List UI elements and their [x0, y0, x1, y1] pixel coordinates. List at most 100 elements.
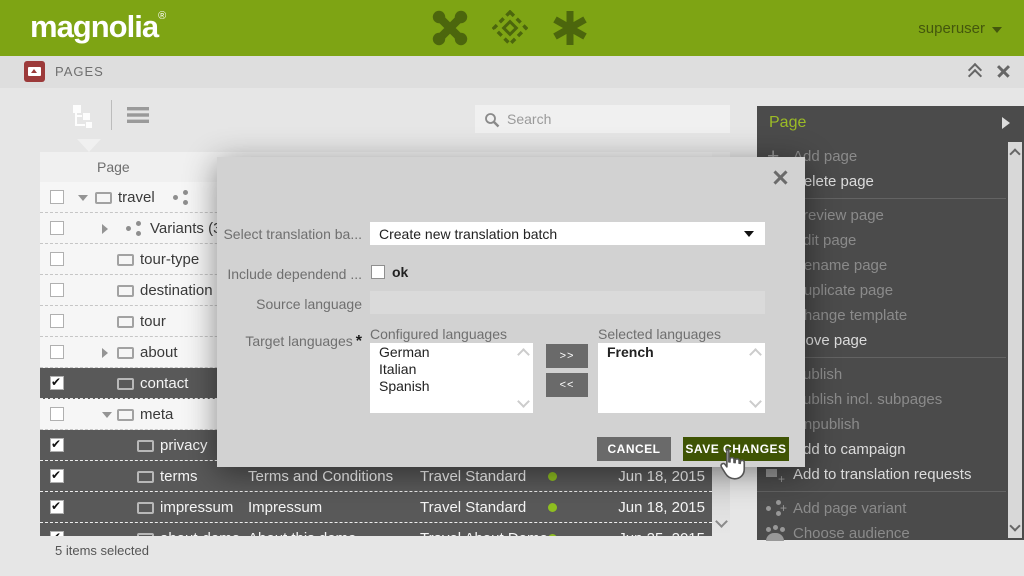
tab-pages-label: PAGES [55, 64, 104, 79]
language-option[interactable]: German [370, 343, 533, 360]
tree-view-icon[interactable] [70, 102, 97, 129]
configured-languages-caption: Configured languages [370, 326, 507, 342]
app-launcher-icons [432, 10, 588, 46]
pages-app-icon [24, 61, 45, 82]
page-name: contact [140, 375, 188, 392]
listbox-scroll-down-icon[interactable] [517, 395, 530, 408]
language-option[interactable]: Spanish [370, 377, 533, 394]
action-label: Add page variant [793, 496, 906, 521]
status-dot [548, 472, 557, 481]
scroll-down-icon[interactable] [1009, 520, 1020, 531]
username: superuser [918, 20, 985, 37]
pulse-asterisk-icon[interactable] [552, 10, 588, 46]
table-row[interactable]: impressum Impressum Travel Standard Jun … [40, 492, 712, 523]
action-icon [765, 499, 785, 517]
magnolia-logo: magnolia® [30, 9, 166, 45]
row-checkbox[interactable] [50, 438, 64, 452]
page-node-icon [126, 221, 142, 235]
row-checkbox[interactable] [50, 314, 64, 328]
dialog-close-icon[interactable] [773, 170, 787, 184]
row-checkbox[interactable] [50, 500, 64, 514]
user-menu-caret-icon [992, 27, 1002, 33]
tab-bar: PAGES [0, 56, 1024, 88]
search-box [475, 105, 730, 133]
page-node-icon [137, 502, 154, 514]
page-name: Variants (3) [150, 220, 226, 237]
page-title-cell: Impressum [248, 499, 322, 516]
action-label: Publish incl. subpages [793, 387, 942, 412]
required-marker: * [356, 333, 362, 350]
action-label: Add to translation requests [793, 462, 971, 487]
column-header-page[interactable]: Page [97, 159, 130, 175]
page-name: tour-type [140, 251, 199, 268]
move-right-button[interactable]: >> [546, 344, 588, 368]
mouse-cursor [716, 446, 746, 487]
stacked-apps-icon[interactable] [492, 10, 528, 46]
variants-icon [173, 190, 189, 204]
include-checkbox[interactable] [371, 265, 385, 279]
user-menu[interactable]: superuser [918, 20, 1002, 37]
page-name: tour [140, 313, 166, 330]
logo-text: magnolia [30, 9, 158, 44]
target-field-label: Target languages* [217, 333, 362, 351]
page-name: travel [118, 189, 155, 206]
page-node-icon [117, 254, 134, 266]
collapse-app-icon[interactable] [969, 64, 981, 78]
expander-icon[interactable] [102, 348, 108, 358]
action-label: Delete page [793, 169, 874, 194]
sidebar-section-header[interactable]: Page [757, 106, 1024, 142]
status-dot [548, 503, 557, 512]
selected-languages-listbox[interactable]: French [598, 343, 765, 413]
list-view-icon[interactable] [126, 103, 150, 127]
row-checkbox[interactable] [50, 407, 64, 421]
row-checkbox[interactable] [50, 469, 64, 483]
table-row[interactable]: about-demo About this demo Travel About … [40, 523, 712, 536]
language-option[interactable]: Italian [370, 360, 533, 377]
source-field-label: Source language [217, 296, 362, 312]
cancel-button[interactable]: CANCEL [597, 437, 671, 461]
listbox-scroll-down-icon[interactable] [749, 395, 762, 408]
language-option[interactable]: French [598, 343, 765, 360]
batch-field-label: Select translation ba... [217, 226, 362, 242]
close-app-icon[interactable] [997, 65, 1010, 78]
row-checkbox[interactable] [50, 376, 64, 390]
expander-icon[interactable] [78, 195, 88, 201]
section-arrow-icon [1002, 117, 1010, 129]
page-node-icon [137, 471, 154, 483]
action-label: Preview page [793, 203, 884, 228]
trademark: ® [158, 10, 166, 22]
expander-icon[interactable] [102, 412, 112, 418]
page-node-icon [117, 347, 134, 359]
active-view-pointer [77, 139, 101, 152]
page-title-cell: Terms and Conditions [248, 468, 393, 485]
page-node-icon [117, 285, 134, 297]
action-label: Add to campaign [793, 437, 906, 462]
action-item[interactable]: Choose audience [757, 521, 1006, 546]
app-switch-icon[interactable] [432, 10, 468, 46]
move-left-button[interactable]: << [546, 373, 588, 397]
page-date-cell: Jun 18, 2015 [598, 499, 705, 516]
page-name: privacy [160, 437, 208, 454]
sidebar-scrollbar[interactable] [1008, 142, 1022, 538]
row-checkbox[interactable] [50, 190, 64, 204]
row-checkbox[interactable] [50, 283, 64, 297]
page-name: terms [160, 468, 198, 485]
configured-languages-listbox[interactable]: German Italian Spanish [370, 343, 533, 413]
toolbar-divider [111, 100, 112, 130]
row-checkbox[interactable] [50, 221, 64, 235]
search-input[interactable] [475, 105, 730, 133]
page-node-icon [117, 378, 134, 390]
include-checkbox-label: ok [392, 264, 408, 280]
batch-select-value: Create new translation batch [379, 226, 557, 242]
page-name: about [140, 344, 178, 361]
batch-select[interactable]: Create new translation batch [370, 222, 765, 245]
page-date-cell: Jun 18, 2015 [598, 468, 705, 485]
tab-pages[interactable]: PAGES [24, 61, 104, 82]
action-item[interactable]: Add page variant [757, 496, 1006, 521]
expander-icon[interactable] [102, 224, 108, 234]
source-language-input[interactable] [370, 291, 765, 314]
scroll-up-icon[interactable] [1009, 148, 1020, 159]
row-checkbox[interactable] [50, 252, 64, 266]
action-icon [765, 465, 785, 483]
row-checkbox[interactable] [50, 345, 64, 359]
